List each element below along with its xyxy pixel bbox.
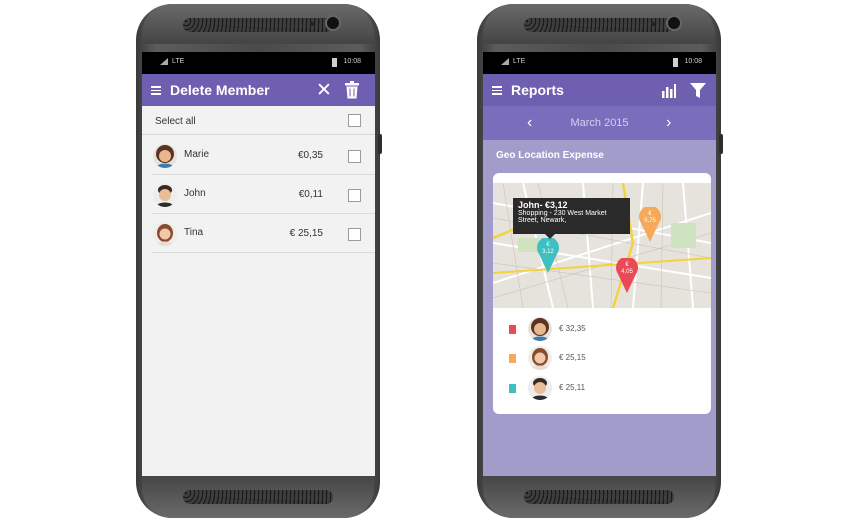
battery-icon xyxy=(332,58,337,67)
sensor xyxy=(310,22,314,26)
member-name: Marie xyxy=(184,149,210,160)
map-marker[interactable]: €4,05 xyxy=(616,256,638,299)
member-checkbox[interactable] xyxy=(348,189,361,202)
phone-bottom-band xyxy=(483,474,715,518)
speaker-grille xyxy=(524,490,674,504)
front-camera xyxy=(666,15,682,31)
side-button xyxy=(378,134,382,154)
map-marker[interactable]: €3,12 xyxy=(537,236,559,279)
page-title: Reports xyxy=(511,82,564,98)
list-item[interactable]: Marie €0,35 xyxy=(142,136,375,175)
select-all-checkbox[interactable] xyxy=(348,114,361,127)
status-bar: LTE 10:08 xyxy=(483,52,716,74)
avatar xyxy=(153,222,177,246)
marker-label: €4,05 xyxy=(621,262,633,275)
tooltip-line: Street, Newark, xyxy=(518,217,567,224)
page-title: Delete Member xyxy=(170,82,270,98)
member-name: Tina xyxy=(184,227,204,238)
hamburger-menu-icon[interactable] xyxy=(151,86,161,95)
map-tooltip: John- €3,12 Shopping - 230 West Market S… xyxy=(513,198,630,239)
member-amount: € 25,15 xyxy=(289,228,323,239)
right-phone: LTE 10:08 Reports ‹ March 2015 › Geo Loc… xyxy=(477,4,723,518)
month-selector: ‹ March 2015 › xyxy=(483,106,716,140)
network-label: LTE xyxy=(513,58,526,65)
network-label: LTE xyxy=(172,58,185,65)
marker-label: €3,12 xyxy=(542,242,554,255)
close-icon[interactable]: ✕ xyxy=(316,79,332,102)
avatar xyxy=(528,346,552,370)
section-title: Geo Location Expense xyxy=(496,150,604,161)
app-bar: Reports xyxy=(483,74,716,106)
map-marker[interactable]: €9,75 xyxy=(639,205,661,248)
hamburger-menu-icon[interactable] xyxy=(492,86,502,95)
divider xyxy=(152,252,375,253)
avatar xyxy=(528,376,552,400)
legend-amount: € 25,11 xyxy=(559,383,586,392)
left-phone: LTE 10:08 Delete Member ✕ Select all Mar… xyxy=(136,4,382,518)
legend-item[interactable]: € 32,35 xyxy=(493,316,711,342)
avatar xyxy=(153,144,177,168)
member-amount: €0,35 xyxy=(297,150,323,161)
member-checkbox[interactable] xyxy=(348,150,361,163)
tooltip-title: John- €3,12 xyxy=(518,200,568,210)
avatar xyxy=(153,183,177,207)
clock: 10:08 xyxy=(684,58,702,65)
geo-expense-card: €3,12 €9,75 €4,05 John- €3,12 Shopping -… xyxy=(493,173,711,414)
month-label: March 2015 xyxy=(570,117,629,129)
legend-amount: € 32,35 xyxy=(559,324,586,333)
speaker-grille xyxy=(183,490,333,504)
member-amount: €0,11 xyxy=(298,189,323,200)
trash-icon[interactable] xyxy=(345,81,359,104)
phone-bottom-band xyxy=(142,474,374,518)
battery-icon xyxy=(673,58,678,67)
member-name: John xyxy=(184,188,206,199)
filter-icon[interactable] xyxy=(690,83,706,103)
legend-item[interactable]: € 25,15 xyxy=(493,345,711,371)
avatar xyxy=(528,317,552,341)
list-item[interactable]: John €0,11 xyxy=(142,175,375,214)
select-all-label: Select all xyxy=(155,116,196,127)
legend-swatch xyxy=(509,325,516,334)
legend-amount: € 25,15 xyxy=(559,353,586,362)
signal-icon xyxy=(160,58,168,65)
front-camera xyxy=(325,15,341,31)
phone-top-band xyxy=(483,4,715,44)
member-checkbox[interactable] xyxy=(348,228,361,241)
status-bar: LTE 10:08 xyxy=(142,52,375,74)
phone-top-band xyxy=(142,4,374,44)
sensor xyxy=(651,22,655,26)
tooltip-line: Shopping - 230 West Market xyxy=(518,210,607,217)
app-bar: Delete Member ✕ xyxy=(142,74,375,106)
screen-delete-member: LTE 10:08 Delete Member ✕ Select all Mar… xyxy=(142,52,375,476)
screen-reports: LTE 10:08 Reports ‹ March 2015 › Geo Loc… xyxy=(483,52,716,476)
side-button xyxy=(719,134,723,154)
list-item[interactable]: Tina € 25,15 xyxy=(142,214,375,253)
select-all-row[interactable]: Select all xyxy=(142,108,375,135)
clock: 10:08 xyxy=(343,58,361,65)
map[interactable]: €3,12 €9,75 €4,05 John- €3,12 Shopping -… xyxy=(493,182,711,309)
legend-swatch xyxy=(509,354,516,363)
legend-swatch xyxy=(509,384,516,393)
marker-label: €9,75 xyxy=(644,211,656,224)
signal-icon xyxy=(501,58,509,65)
bar-chart-icon[interactable] xyxy=(661,83,676,103)
chevron-right-icon[interactable]: › xyxy=(666,114,671,132)
legend-item[interactable]: € 25,11 xyxy=(493,375,711,401)
